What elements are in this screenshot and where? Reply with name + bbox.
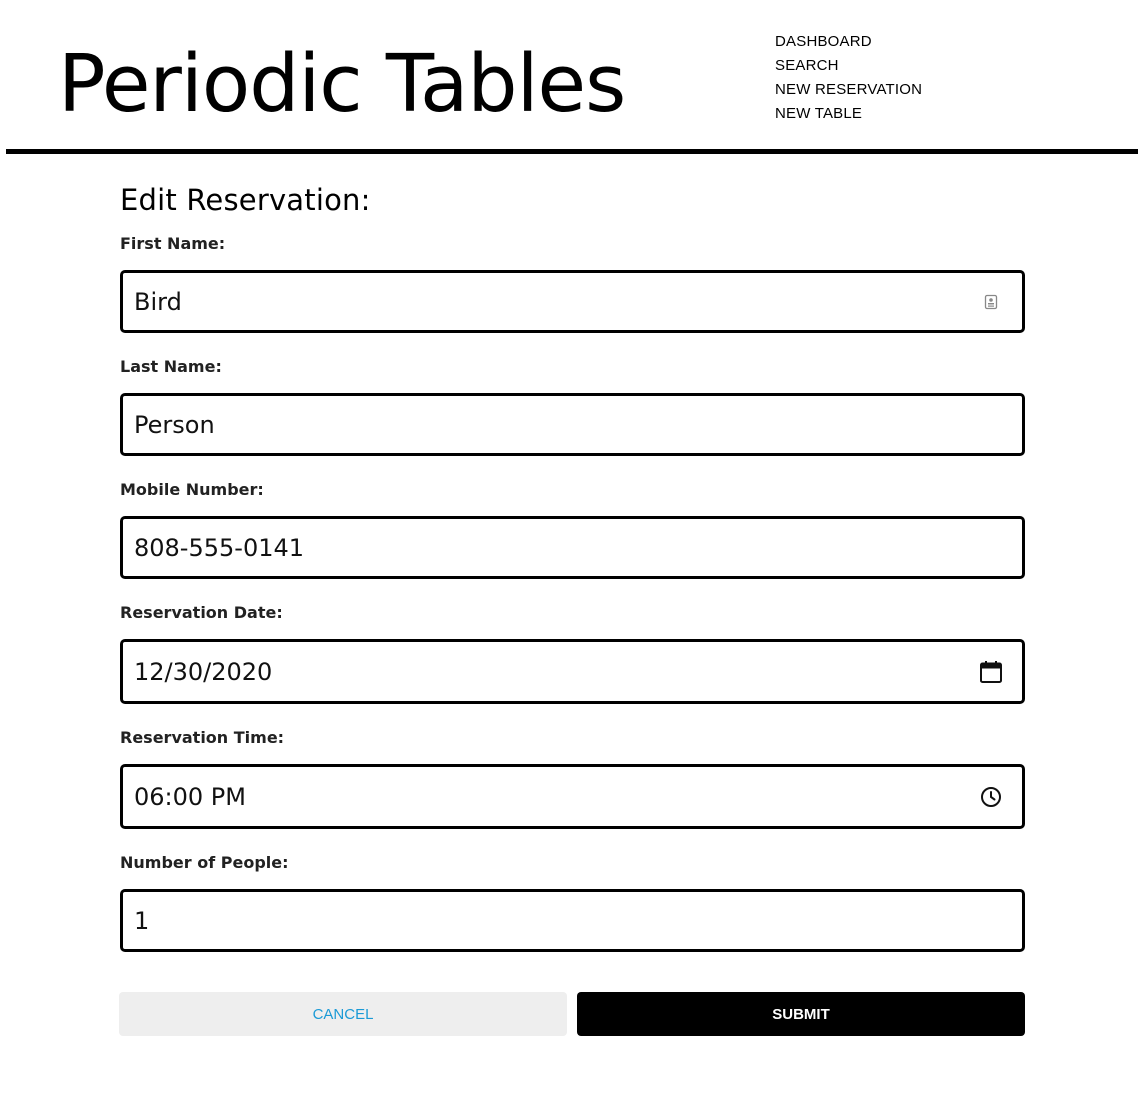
clock-icon[interactable] [978, 784, 1004, 810]
header-divider [6, 149, 1138, 154]
edit-reservation-form: Edit Reservation: First Name: Bird Last … [120, 178, 1025, 952]
mobile-number-field: Mobile Number: [120, 479, 1025, 501]
last-name-value: Person [134, 410, 215, 439]
people-label: Number of People: [120, 853, 289, 872]
reservation-time-input[interactable]: 06:00 PM [120, 764, 1025, 829]
submit-button[interactable]: SUBMIT [577, 992, 1025, 1036]
nav-dashboard-link[interactable]: DASHBOARD [775, 30, 922, 54]
first-name-value: Bird [134, 287, 182, 316]
last-name-field: Last Name: [120, 356, 1025, 378]
reservation-time-value: 06:00 PM [134, 782, 246, 811]
reservation-date-label: Reservation Date: [120, 603, 283, 622]
last-name-input[interactable]: Person [120, 393, 1025, 456]
reservation-time-label: Reservation Time: [120, 728, 285, 747]
first-name-input[interactable]: Bird [120, 270, 1025, 333]
mobile-number-label: Mobile Number: [120, 480, 264, 499]
last-name-label: Last Name: [120, 357, 222, 376]
form-title: Edit Reservation: [120, 183, 371, 217]
reservation-time-field: Reservation Time: [120, 727, 1025, 749]
mobile-number-value: 808-555-0141 [134, 533, 305, 562]
nav-new-table-link[interactable]: NEW TABLE [775, 102, 922, 126]
people-field: Number of People: [120, 852, 1025, 874]
contact-card-icon[interactable] [978, 289, 1004, 315]
brand-title: Periodic Tables [58, 38, 626, 130]
nav-new-reservation-link[interactable]: NEW RESERVATION [775, 78, 922, 102]
form-buttons: CANCEL SUBMIT [119, 992, 1025, 1036]
first-name-field: First Name: [120, 233, 1025, 255]
first-name-label: First Name: [120, 234, 226, 253]
site-header: Periodic Tables DASHBOARD SEARCH NEW RES… [0, 0, 1143, 155]
calendar-icon[interactable] [978, 659, 1004, 685]
mobile-number-input[interactable]: 808-555-0141 [120, 516, 1025, 579]
people-input[interactable]: 1 [120, 889, 1025, 952]
cancel-button[interactable]: CANCEL [119, 992, 567, 1036]
people-value: 1 [134, 906, 150, 935]
nav-search-link[interactable]: SEARCH [775, 54, 922, 78]
reservation-date-value: 12/30/2020 [134, 657, 273, 686]
reservation-date-input[interactable]: 12/30/2020 [120, 639, 1025, 704]
main-nav: DASHBOARD SEARCH NEW RESERVATION NEW TAB… [775, 30, 922, 126]
reservation-date-field: Reservation Date: [120, 602, 1025, 624]
